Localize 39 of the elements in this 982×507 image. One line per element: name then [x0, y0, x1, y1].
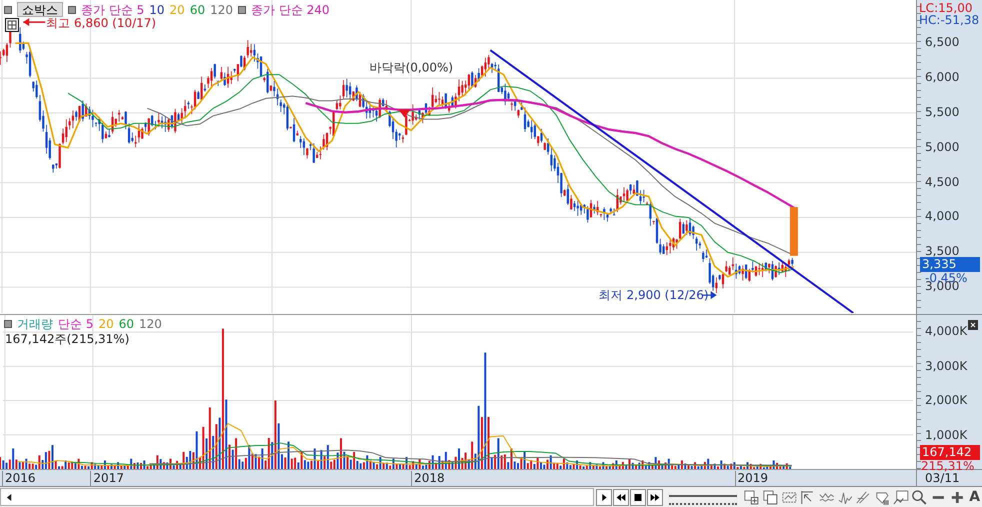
font-button[interactable]: A [967, 489, 982, 505]
current-date: 03/11 [925, 471, 960, 485]
legend-label: 10 [149, 2, 165, 16]
low-price-label: 최저 2,900 (12/26) [598, 288, 709, 302]
volume-axis-label: 3,000K [925, 358, 968, 374]
volume-summary: 167,142주(215,31%) [5, 331, 130, 348]
legend-label: 120 [139, 317, 162, 331]
price-axis-label: 6,000 [925, 70, 960, 86]
price-axis-label: 5,000 [925, 140, 960, 155]
legend-label: 20 [170, 2, 185, 16]
legend-label: 60 [190, 2, 206, 16]
volume-axis-label: 2,000K [925, 393, 968, 408]
date-axis-label: 2018 [411, 471, 445, 486]
date-axis-label: 2016 [2, 471, 36, 486]
price-axis-label: 4,500 [925, 174, 960, 190]
volume-axis-label: 4,000K [925, 324, 968, 340]
legend-label: 120 [210, 2, 234, 16]
legend-label: 20 [98, 317, 114, 331]
price-axis-label: 4,000 [925, 209, 960, 224]
last-volume-tag: 167,142 [920, 445, 980, 460]
price-axis-label: 6,500 [925, 35, 960, 50]
legend-label: 단순 5 [58, 317, 94, 331]
date-axis-label: 2019 [734, 471, 768, 486]
last-price-tag: 3,335 [920, 256, 980, 272]
marker-label: 바닥락(0,00%) [370, 60, 454, 75]
legend-label: 60 [118, 317, 134, 331]
lc-value: LC:15,00 [919, 1, 972, 15]
hc-value: HC:-51,38 [919, 13, 980, 27]
high-price-label: 최고 6,860 (10/17) [46, 16, 156, 30]
price-axis-label: 5,500 [925, 104, 960, 120]
legend-label: 종가 단순 240 [251, 2, 330, 16]
legend-label: 거래량 [17, 317, 53, 331]
date-axis-label: 2017 [90, 471, 124, 486]
legend-label: 종가 단순 5 [81, 2, 144, 16]
price-axis-label: 3,500 [925, 244, 960, 259]
price-change: -0,45% [925, 270, 968, 285]
volume-axis-label: 1,000K [925, 428, 968, 443]
volume-ratio: 215,31% [921, 459, 974, 473]
stock-name-button[interactable]: 쇼박스 [17, 2, 63, 17]
